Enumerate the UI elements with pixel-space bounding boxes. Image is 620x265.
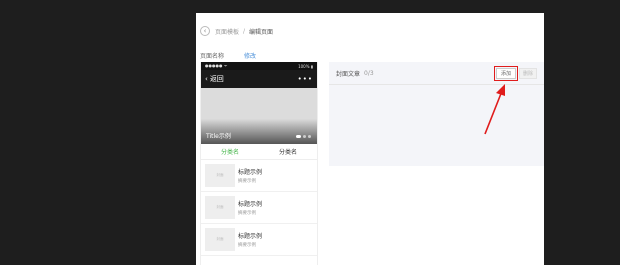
page-name-row: 页面名称 修改 (200, 51, 256, 60)
article-item[interactable]: 封面 标题示例 摘要示例 (201, 160, 317, 192)
page-name-edit-link[interactable]: 修改 (244, 51, 256, 60)
add-button[interactable]: 添加 (494, 65, 518, 81)
breadcrumb-parent[interactable]: 页面模板 (215, 27, 239, 36)
article-item[interactable]: 封面 标题示例 摘要示例 (201, 192, 317, 224)
carousel-dot (296, 135, 301, 138)
cover-articles-header: 封面文章 0/3 添加 删除 (329, 62, 544, 85)
cover-articles-label: 封面文章 (336, 70, 361, 78)
nav-back-label: 返回 (209, 75, 224, 83)
article-title: 标题示例 (238, 169, 263, 176)
carousel-dot (308, 135, 311, 138)
phone-nav-bar: ‹ 返回 ••• (201, 70, 317, 88)
delete-button[interactable]: 删除 (519, 67, 537, 79)
editor-panel: ‹ 页面模板 / 编辑页面 页面名称 修改 ●●●●● ᯤ 100% ▮ ‹ 返… (196, 13, 544, 265)
cover-articles-pane: 封面文章 0/3 添加 删除 (329, 62, 544, 166)
banner-title: Title示例 (206, 133, 231, 140)
phone-status-bar: ●●●●● ᯤ 100% ▮ (201, 62, 317, 70)
article-thumbnail: 封面 (205, 196, 235, 219)
carousel-dots (296, 135, 311, 138)
article-thumbnail: 封面 (205, 228, 235, 251)
article-summary: 摘要示例 (238, 243, 256, 248)
cover-articles-count: 0/3 (364, 69, 374, 77)
breadcrumb-current: 编辑页面 (249, 28, 274, 36)
phone-preview: ●●●●● ᯤ 100% ▮ ‹ 返回 ••• Title示例 分类名 分类名 … (200, 62, 318, 265)
carousel-dot (303, 135, 306, 138)
more-icon[interactable]: ••• (298, 75, 313, 83)
article-summary: 摘要示例 (238, 211, 256, 216)
nav-back-button[interactable]: ‹ 返回 (205, 74, 224, 84)
article-summary: 摘要示例 (238, 179, 256, 184)
chevron-left-icon: ‹ (205, 75, 208, 83)
category-tabs: 分类名 分类名 (201, 144, 317, 160)
breadcrumb-separator: / (243, 27, 246, 35)
banner-carousel[interactable]: Title示例 (201, 88, 317, 144)
article-item[interactable]: 封面 标题示例 摘要示例 (201, 224, 317, 256)
breadcrumb: ‹ 页面模板 / 编辑页面 (200, 24, 273, 38)
article-thumbnail: 封面 (205, 164, 235, 187)
article-title: 标题示例 (238, 201, 263, 208)
category-tab[interactable]: 分类名 (201, 144, 259, 159)
battery-indicator: 100% ▮ (298, 63, 313, 69)
back-arrow-icon[interactable]: ‹ (200, 26, 210, 36)
signal-indicator: ●●●●● ᯤ (205, 63, 228, 68)
category-tab[interactable]: 分类名 (259, 144, 317, 159)
article-title: 标题示例 (238, 233, 263, 240)
page-name-label: 页面名称 (200, 53, 225, 60)
